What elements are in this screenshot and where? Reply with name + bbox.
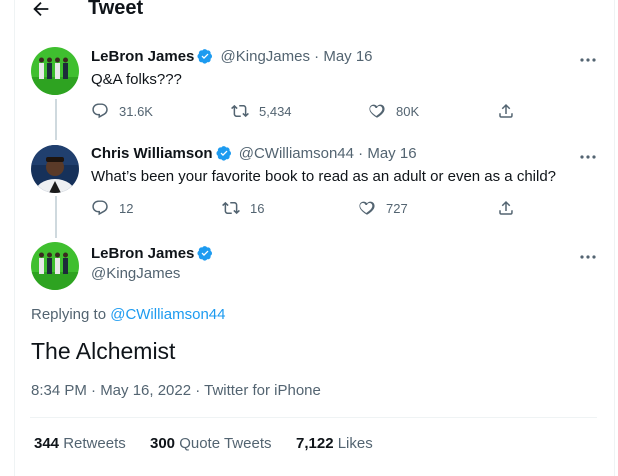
retweets-count: 344 (34, 435, 60, 452)
likes-stat[interactable]: 7,122 Likes (296, 435, 373, 452)
share-button[interactable] (497, 102, 515, 120)
divider (30, 417, 597, 418)
tweet-text: What’s been your favorite book to read a… (91, 168, 557, 185)
thread-connector (55, 99, 57, 140)
quotes-count: 300 (150, 435, 176, 452)
share-button[interactable] (497, 199, 515, 217)
main-tweet-text: The Alchemist (31, 338, 176, 364)
share-icon (499, 103, 513, 118)
heart-icon (369, 104, 385, 118)
page-title: Tweet (88, 0, 144, 19)
quote-tweets-stat[interactable]: 300 Quote Tweets (150, 435, 271, 452)
back-arrow-icon[interactable] (30, 0, 52, 20)
likes-label: Likes (337, 435, 373, 452)
retweet-icon (231, 104, 249, 118)
author-name[interactable]: LeBron James (91, 245, 194, 262)
more-options-icon[interactable] (578, 149, 598, 159)
share-icon (499, 200, 513, 215)
retweet-count: 5,434 (259, 103, 292, 119)
reply-button[interactable]: 12 (91, 199, 133, 217)
avatar-lebron[interactable] (31, 47, 79, 95)
retweet-icon (222, 201, 240, 215)
reply-count: 12 (119, 200, 134, 216)
tweet-timestamp[interactable]: 8:34 PM · May 16, 2022 · Twitter for iPh… (31, 382, 321, 399)
likes-count: 7,122 (296, 435, 334, 452)
avatar-lebron-main[interactable] (31, 242, 79, 290)
retweet-count: 16 (250, 200, 265, 216)
author-handle[interactable]: @KingJames (221, 48, 310, 65)
tweet-text: Q&A folks??? (91, 71, 182, 88)
tweet-date[interactable]: May 16 (323, 48, 372, 65)
verified-badge-icon (216, 145, 232, 161)
more-options-icon[interactable] (578, 52, 598, 62)
reply-icon (92, 200, 108, 216)
heart-icon (359, 201, 375, 215)
tweet-date[interactable]: May 16 (367, 145, 416, 162)
author-handle[interactable]: @CWilliamson44 (239, 145, 354, 162)
verified-badge-icon (197, 245, 213, 261)
like-count: 727 (386, 200, 408, 216)
retweet-button[interactable]: 16 (222, 199, 264, 217)
more-options-icon[interactable] (578, 249, 598, 259)
tweet2-header: Chris Williamson @CWilliamson44 · May 16 (91, 145, 417, 162)
replying-to-line: Replying to @CWilliamson44 (31, 306, 225, 323)
replying-prefix: Replying to (31, 306, 107, 323)
author-handle[interactable]: @KingJames (91, 265, 180, 282)
tweet1-header: LeBron James @KingJames · May 16 (91, 48, 373, 65)
separator-dot: · (358, 145, 368, 162)
like-button[interactable]: 80K (368, 102, 419, 120)
thread-connector (55, 196, 57, 238)
replying-to-link[interactable]: @CWilliamson44 (110, 306, 225, 323)
retweet-button[interactable]: 5,434 (231, 102, 292, 120)
author-name[interactable]: LeBron James (91, 48, 194, 65)
like-button[interactable]: 727 (358, 199, 408, 217)
main-author: LeBron James (91, 245, 213, 262)
reply-button[interactable]: 31.6K (91, 102, 153, 120)
verified-badge-icon (197, 48, 213, 64)
reply-icon (92, 103, 108, 119)
avatar-chris[interactable] (31, 145, 79, 193)
reply-count: 31.6K (119, 103, 153, 119)
separator-dot: · (314, 48, 324, 65)
like-count: 80K (396, 103, 420, 119)
author-name[interactable]: Chris Williamson (91, 145, 213, 162)
retweets-label: Retweets (63, 435, 126, 452)
retweets-stat[interactable]: 344 Retweets (34, 435, 126, 452)
quotes-label: Quote Tweets (179, 435, 272, 452)
